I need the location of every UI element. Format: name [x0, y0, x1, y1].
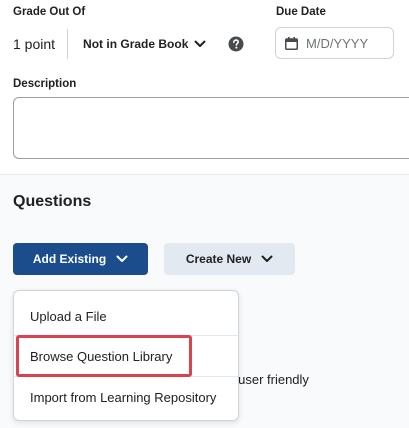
menu-item-label: Import from Learning Repository	[30, 389, 217, 405]
gradebook-select-label: Not in Grade Book	[83, 37, 189, 51]
due-date-input[interactable]: M/D/YYYY	[275, 27, 394, 59]
chevron-down-icon	[261, 255, 273, 263]
questions-heading: Questions	[13, 193, 92, 210]
add-existing-label: Add Existing	[32, 252, 107, 266]
chevron-down-icon	[194, 40, 206, 48]
points-value: 1 point	[13, 36, 56, 52]
help-icon[interactable]	[228, 36, 244, 52]
add-existing-button[interactable]: Add Existing	[13, 243, 148, 275]
description-label: Description	[13, 78, 77, 90]
gradebook-select[interactable]: Not in Grade Book	[83, 37, 206, 51]
menu-item-label: Browse Question Library	[30, 348, 173, 364]
partially-hidden-text: s user friendly	[228, 372, 309, 387]
due-date-label: Due Date	[276, 6, 326, 18]
divider	[67, 29, 69, 59]
menu-item-label: Upload a File	[30, 308, 107, 324]
add-existing-menu: Upload a File Browse Question Library Im…	[13, 290, 239, 421]
chevron-down-icon	[116, 255, 128, 263]
menu-item-browse-question-library[interactable]: Browse Question Library	[14, 336, 238, 376]
menu-item-upload-file[interactable]: Upload a File	[14, 296, 238, 336]
calendar-icon	[285, 36, 298, 50]
description-field[interactable]	[13, 97, 409, 159]
due-date-placeholder: M/D/YYYY	[306, 35, 369, 51]
menu-item-import-learning-repository[interactable]: Import from Learning Repository	[14, 377, 238, 417]
create-new-label: Create New	[185, 252, 252, 266]
grade-out-of-label: Grade Out Of	[13, 6, 86, 18]
grade-row: 1 point Not in Grade Book	[13, 28, 244, 60]
create-new-button[interactable]: Create New	[164, 243, 295, 275]
